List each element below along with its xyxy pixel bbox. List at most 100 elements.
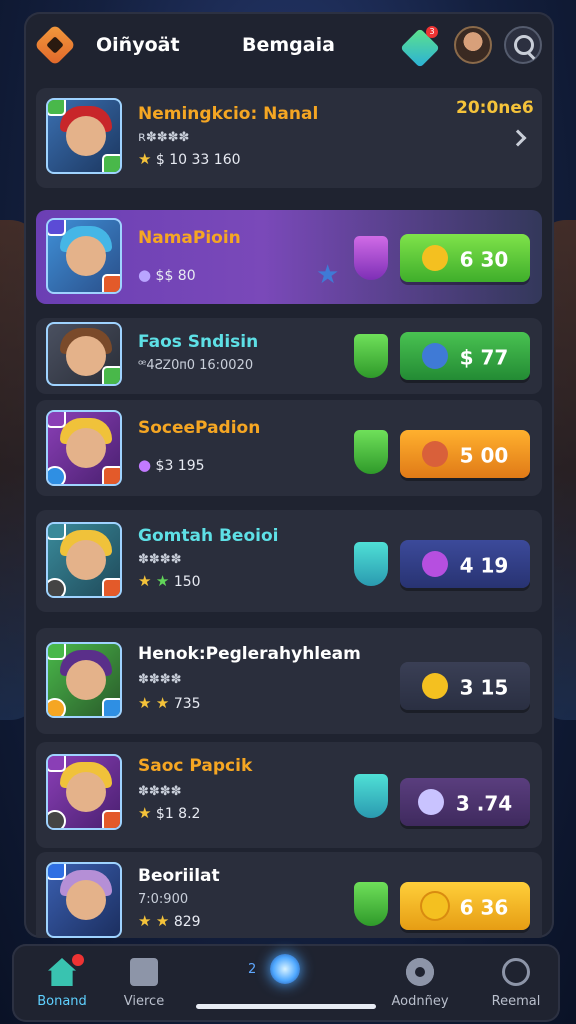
tier-badge-icon [48, 756, 66, 772]
home-indicator[interactable] [196, 1004, 376, 1009]
element-badge-icon [48, 698, 66, 716]
chevron-right-icon[interactable] [509, 129, 527, 147]
item-meta: ★ ★ 735 [138, 694, 201, 712]
page-title: Bemgaia [242, 34, 335, 56]
buy-button[interactable]: 3 .74 [400, 778, 530, 826]
gear-icon [406, 958, 434, 986]
orb-coin-icon [417, 788, 444, 815]
list-item[interactable]: SoceePadion ● $3 195 5 00 [36, 400, 542, 496]
profile-avatar[interactable] [454, 26, 492, 64]
buy-button[interactable]: 4 19 [400, 540, 530, 588]
item-meta-text: 150 [173, 574, 201, 590]
star-icon: ★ [155, 694, 170, 712]
tier-badge-icon [48, 644, 66, 660]
gold-coin-icon [421, 672, 448, 699]
item-title: NamaPioin [138, 228, 241, 248]
item-meta-text: $1 8.2 [155, 806, 201, 822]
star-icon: ★ [155, 572, 170, 590]
list-item[interactable]: Gomtah Beoioi ✽✽✽✽ ★ ★ 150 4 19 [36, 510, 542, 612]
star-icon: ★ [155, 912, 170, 930]
item-meta: ● $$ 80 [138, 266, 196, 284]
list-item-featured[interactable]: NamaPioin ● $$ 80 ★ 6 30 [36, 210, 542, 304]
item-title: Henok:Peglerahyhleam [138, 644, 361, 664]
item-meta: ★ $1 8.2 [138, 804, 200, 822]
item-title: Faos Sndisin [138, 332, 259, 352]
item-meta-text: $ 10 33 160 [155, 152, 241, 168]
nav-search-label: Reemal [491, 994, 541, 1009]
buy-button[interactable]: 3 15 [400, 662, 530, 710]
item-meta-text: 829 [173, 914, 201, 930]
class-badge-icon [102, 366, 120, 384]
center-orb-button[interactable] [270, 954, 300, 984]
app-logo-icon[interactable] [34, 24, 76, 66]
hero-portrait [46, 218, 122, 294]
item-title: Beoriilat [138, 866, 220, 886]
center-orb-count: 2 [248, 962, 257, 977]
nav-settings-label: Aodnñey [391, 994, 449, 1009]
item-date: ꟹ4ƧᏃ0ᴨ0 16:0020 [138, 358, 254, 373]
hero-portrait [46, 98, 122, 174]
hero-portrait [46, 862, 122, 938]
buy-button[interactable]: 6 30 [400, 234, 530, 282]
star-icon: ★ [316, 260, 340, 290]
element-badge-icon [48, 578, 66, 596]
item-title: SoceePadion [138, 418, 261, 438]
hero-portrait [46, 522, 122, 598]
item-title: Gomtah Beoioi [138, 526, 279, 546]
mail-icon [130, 958, 158, 986]
list-item[interactable]: Henok:Peglerahyhleam ✽✽✽✽ ★ ★ 735 3 15 [36, 628, 542, 734]
item-rating: ʀ✽✽✽✽ [138, 130, 190, 145]
item-timer: 20:0ne6 [456, 98, 534, 118]
cloak-item-icon [354, 542, 388, 586]
cloak-item-icon [354, 236, 388, 280]
list-item[interactable]: Faos Sndisin ꟹ4ƧᏃ0ᴨ0 16:0020 $ 77 [36, 318, 542, 394]
element-badge-icon [48, 466, 66, 484]
nav-settings[interactable]: Aodnñey [370, 944, 470, 1022]
hero-portrait [46, 322, 122, 386]
tier-badge-icon [48, 220, 66, 236]
star-icon: ★ [138, 150, 152, 168]
store-panel: Oiñyoät Bemgaia 3 Nemingkcio: Nanal ʀ✽✽✽… [24, 12, 554, 938]
item-meta-text: $$ 80 [155, 268, 196, 284]
shield-coin-icon [421, 440, 448, 467]
hero-portrait [46, 754, 122, 830]
tier-badge-icon [48, 864, 66, 880]
price-label: 6 30 [459, 247, 509, 272]
app-title: Oiñyoät [96, 34, 180, 56]
price-label: 3 .74 [455, 791, 513, 816]
class-badge-icon [102, 154, 120, 172]
item-rating: ✽✽✽✽ [138, 552, 182, 567]
list-item[interactable]: Nemingkcio: Nanal ʀ✽✽✽✽ ★ $ 10 33 160 20… [36, 88, 542, 188]
item-title: Saoc Papcik [138, 756, 253, 776]
class-badge-icon [102, 274, 120, 292]
item-meta-text: 735 [173, 696, 201, 712]
price-label: $ 77 [459, 345, 509, 370]
bottom-nav: Bonand Vierce 2 Aodnñey Reemal [12, 944, 560, 1022]
list-item[interactable]: Beoriilat 7:0:900 ★ ★ 829 6 36 [36, 852, 542, 938]
buy-button[interactable]: $ 77 [400, 332, 530, 380]
price-label: 3 15 [459, 675, 509, 700]
item-meta: ★ $ 10 33 160 [138, 150, 241, 168]
item-rating: ✽✽✽✽ [138, 784, 182, 799]
class-badge-icon [102, 466, 120, 484]
nav-search[interactable]: Reemal [466, 944, 566, 1022]
drop-icon: ● [138, 456, 152, 474]
item-meta: ★ ★ 150 [138, 572, 201, 590]
drop-icon: ● [138, 266, 152, 284]
gold-coin-icon [421, 244, 448, 271]
list-item[interactable]: Saoc Papcik ✽✽✽✽ ★ $1 8.2 3 .74 [36, 742, 542, 848]
search-button[interactable] [504, 26, 542, 64]
nav-messages-label: Vierce [123, 994, 165, 1009]
buy-button[interactable]: 5 00 [400, 430, 530, 478]
notification-dot [72, 954, 84, 966]
star-icon: ★ [138, 572, 152, 590]
nav-messages[interactable]: Vierce [94, 944, 194, 1022]
item-title: Nemingkcio: Nanal [138, 104, 319, 124]
item-meta: ● $3 195 [138, 456, 205, 474]
cloak-item-icon [354, 882, 388, 926]
buy-button[interactable]: 6 36 [400, 882, 530, 930]
gold-coin-icon [421, 892, 448, 919]
price-label: 6 36 [459, 895, 509, 920]
tier-badge-icon [48, 100, 66, 116]
tier-badge-icon [48, 524, 66, 540]
